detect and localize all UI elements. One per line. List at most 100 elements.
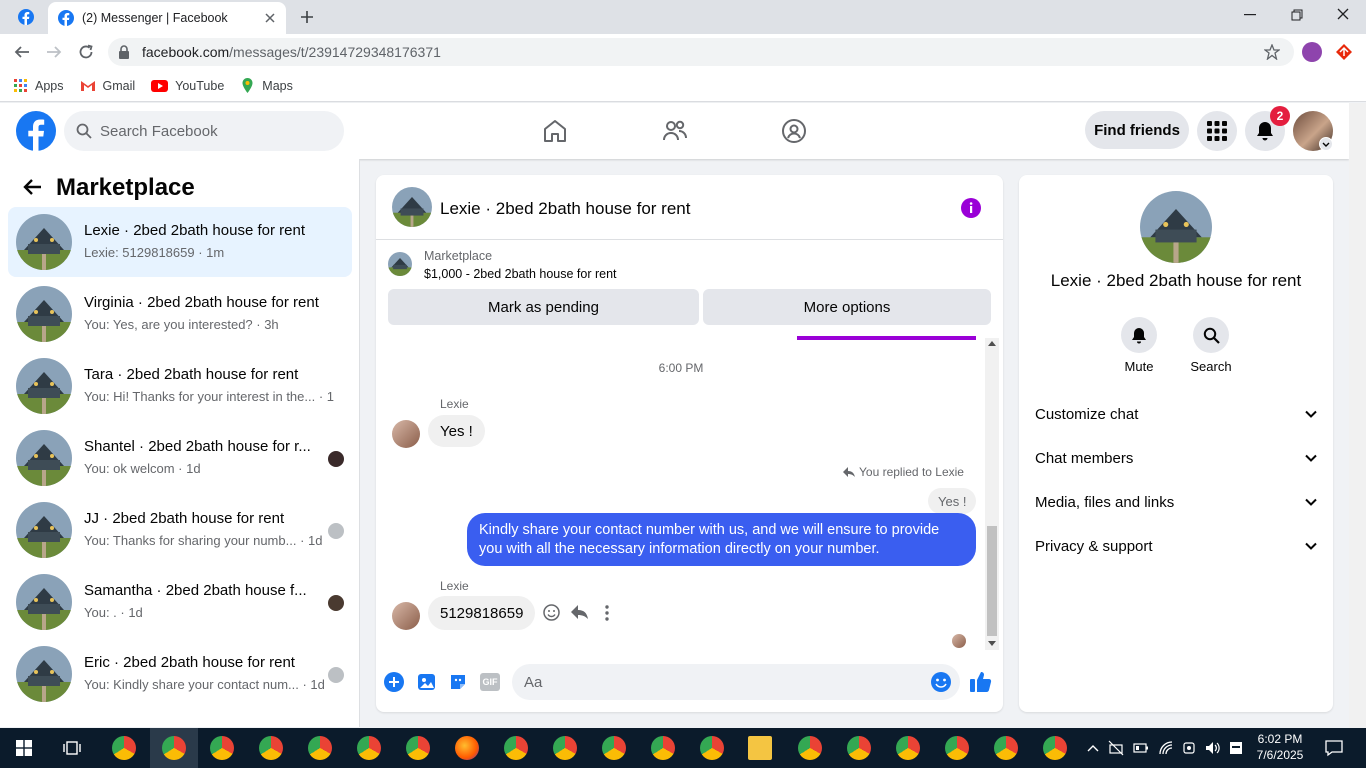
more-options-button[interactable]: More options [703,289,991,325]
bookmark-gmail[interactable]: Gmail [80,79,135,93]
new-tab-icon[interactable] [300,10,314,24]
gif-icon[interactable]: GIF [480,673,500,691]
bookmark-apps[interactable]: Apps [14,78,64,93]
details-avatar[interactable] [1140,191,1212,263]
groups-icon[interactable] [781,118,807,144]
conversation-item[interactable]: JJ · 2bed 2bath house for rent You: Than… [8,495,352,565]
chrome-icon[interactable] [700,736,724,760]
emoji-icon[interactable] [930,671,952,693]
sticker-icon[interactable] [448,672,468,692]
close-window-icon[interactable] [1337,8,1349,20]
lock-icon[interactable] [118,45,130,59]
listing-thumbnail[interactable] [388,252,412,276]
back-arrow-icon[interactable] [22,178,42,196]
network-icon[interactable] [1108,740,1124,756]
reload-icon[interactable] [78,44,94,60]
facebook-tab-icon[interactable] [18,9,34,25]
account-chevron-icon[interactable] [1319,137,1333,151]
media-files-links-section[interactable]: Media, files and links [1035,490,1317,514]
privacy-support-section[interactable]: Privacy & support [1035,534,1317,558]
chrome-icon[interactable] [994,736,1018,760]
chrome-icon[interactable] [210,736,234,760]
chrome-icon[interactable] [504,736,528,760]
windows-start-icon[interactable] [16,740,32,756]
thumbs-up-icon[interactable] [969,670,992,693]
wifi-icon[interactable] [1158,740,1174,756]
mute-button[interactable]: Mute [1109,317,1169,374]
language-icon[interactable] [1228,740,1244,756]
incoming-message[interactable]: Yes ! [428,415,485,447]
extension-icon[interactable] [1302,42,1322,62]
bookmark-youtube[interactable]: YouTube [151,79,224,93]
chrome-icon[interactable] [798,736,822,760]
chrome-icon[interactable] [308,736,332,760]
reply-arrow-icon[interactable] [571,605,588,620]
search-in-conversation-button[interactable]: Search [1181,317,1241,374]
taskbar-clock[interactable]: 6:02 PM 7/6/2025 [1252,731,1308,763]
mark-as-pending-button[interactable]: Mark as pending [388,289,699,325]
chrome-icon[interactable] [112,736,136,760]
facebook-logo-icon[interactable] [16,111,56,151]
device-icon[interactable] [1181,740,1197,756]
photo-icon[interactable] [416,672,437,692]
page-scrollbar[interactable] [1349,103,1366,728]
battery-icon[interactable] [1133,740,1149,756]
back-arrow-icon[interactable] [14,44,30,60]
scroll-down-icon[interactable] [988,641,996,646]
chrome-icon[interactable] [847,736,871,760]
chrome-icon[interactable] [945,736,969,760]
chrome-icon[interactable] [406,736,430,760]
firefox-icon[interactable] [455,736,479,760]
incoming-message[interactable]: 5129818659 [428,596,536,630]
active-browser-tab[interactable]: (2) Messenger | Facebook [48,2,286,34]
restore-icon[interactable] [1291,9,1303,21]
chrome-icon[interactable] [553,736,577,760]
conversation-item[interactable]: Virginia · 2bed 2bath house for rent You… [8,279,352,349]
outgoing-message[interactable]: Kindly share your contact number with us… [467,513,976,566]
chrome-icon[interactable] [357,736,381,760]
facebook-search-input[interactable]: Search Facebook [64,111,344,151]
conversation-item[interactable]: Tara · 2bed 2bath house for rent You: Hi… [8,351,352,421]
scrollbar-thumb[interactable] [987,526,997,636]
chrome-icon[interactable] [1043,736,1067,760]
chrome-icon[interactable] [651,736,675,760]
chrome-icon[interactable] [896,736,920,760]
quoted-message[interactable]: Yes ! [928,488,977,514]
find-friends-button[interactable]: Find friends [1085,111,1189,149]
plus-circle-icon[interactable] [383,671,405,693]
more-vertical-icon[interactable] [604,605,610,621]
conversation-item[interactable]: Samantha · 2bed 2bath house f... You: . … [8,567,352,637]
forward-arrow-icon[interactable] [46,44,62,60]
customize-chat-section[interactable]: Customize chat [1035,402,1317,426]
scroll-up-icon[interactable] [988,341,996,346]
task-view-icon[interactable] [63,739,81,757]
volume-icon[interactable] [1204,740,1220,756]
message-composer-input[interactable]: Aa [512,664,960,700]
conversation-item[interactable]: Eric · 2bed 2bath house for rent You: Ki… [8,639,352,709]
chat-members-section[interactable]: Chat members [1035,446,1317,470]
conversation-item[interactable]: Lexie · 2bed 2bath house for rent Lexie:… [8,207,352,277]
chat-listing-avatar[interactable] [392,187,432,227]
extension-red-icon[interactable] [1335,43,1353,61]
bookmark-star-icon[interactable] [1264,44,1280,60]
address-bar[interactable]: facebook.com/messages/t/2391472934817637… [108,38,1294,66]
conversation-item[interactable]: Shantel · 2bed 2bath house for r... You:… [8,423,352,493]
bookmark-maps[interactable]: Maps [240,78,293,93]
chrome-icon[interactable] [162,736,186,760]
home-icon[interactable] [542,118,568,144]
chat-title[interactable]: Lexie · 2bed 2bath house for rent [440,199,690,219]
info-icon[interactable] [960,197,982,219]
chrome-icon[interactable] [259,736,283,760]
tray-chevron-up-icon[interactable] [1085,740,1101,756]
minimize-icon[interactable] [1244,14,1256,16]
menu-button[interactable] [1197,111,1237,151]
react-emoji-icon[interactable] [543,604,560,621]
file-explorer-icon[interactable] [748,736,772,760]
close-tab-icon[interactable] [264,12,276,24]
friends-icon[interactable] [662,118,688,144]
notification-center-icon[interactable] [1325,739,1343,757]
chrome-icon[interactable] [602,736,626,760]
sender-avatar[interactable] [392,420,420,448]
listing-price[interactable]: $1,000 - 2bed 2bath house for rent [424,267,617,281]
sender-avatar[interactable] [392,602,420,630]
